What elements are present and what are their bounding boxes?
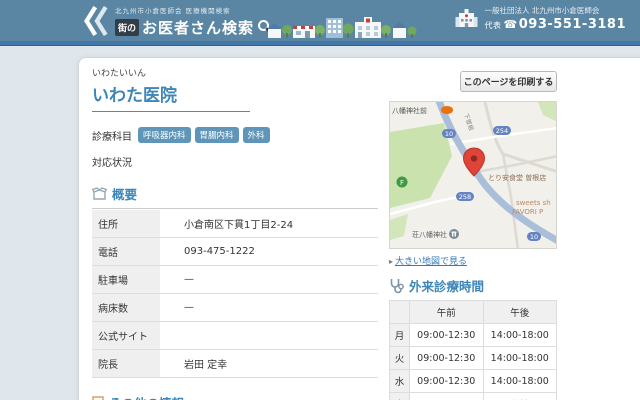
table-row: 火09:00-12:3014:00-18:00 bbox=[390, 347, 557, 370]
table-row: 木09:00-12:30休診 bbox=[390, 393, 557, 400]
status-label: 対応状況 bbox=[92, 154, 378, 169]
print-page-button[interactable]: このページを印刷する bbox=[460, 71, 557, 92]
table-row: 水09:00-12:3014:00-18:00 bbox=[390, 370, 557, 393]
box-icon bbox=[92, 187, 107, 201]
clinic-furigana: いわたいいん bbox=[92, 66, 378, 79]
logo-subtitle: 北九州市小倉医師会 医療機関検索 bbox=[115, 5, 273, 15]
page-title: いわた医院 bbox=[92, 81, 378, 106]
map-poi-circle: F bbox=[397, 177, 408, 188]
hospital-icon bbox=[455, 8, 478, 29]
route-shield: 10 bbox=[442, 129, 456, 138]
right-column: 八幡神社前 10 254 258 10 bbox=[389, 101, 557, 400]
clipboard-icon bbox=[92, 396, 104, 400]
stethoscope-icon bbox=[389, 278, 404, 294]
route-shield: 10 bbox=[527, 232, 541, 241]
table-row: 月09:00-12:3014:00-18:00 bbox=[390, 324, 557, 347]
logo-mark-icon bbox=[84, 3, 110, 39]
svg-text:258: 258 bbox=[459, 193, 471, 201]
table-row: 住所小倉南区下貫1丁目2-24 bbox=[92, 210, 378, 238]
rep-label: 代表 bbox=[485, 21, 502, 30]
logo-badge: 街の bbox=[115, 19, 139, 36]
link-marker: ▸ bbox=[389, 257, 393, 266]
left-column: いわたいいん いわた医院 診療科目 呼吸器内科 胃腸内科 外科 対応状況 概要 bbox=[92, 64, 378, 400]
department-badge: 胃腸内科 bbox=[195, 127, 239, 143]
svg-text:10: 10 bbox=[445, 130, 453, 138]
larger-map-link[interactable]: ▸大きい地図で見る bbox=[389, 254, 557, 267]
svg-text:10: 10 bbox=[530, 233, 538, 241]
svg-text:F: F bbox=[400, 179, 404, 187]
hours-col-am: 午前 bbox=[410, 301, 484, 324]
other-info-heading: その他の情報 bbox=[92, 393, 378, 400]
route-shield: 258 bbox=[456, 192, 474, 201]
svg-text:254: 254 bbox=[496, 127, 508, 135]
map-restaurant-label: とり安食堂 曽根店 bbox=[488, 173, 546, 182]
overview-table: 住所小倉南区下貫1丁目2-24 電話093-475-1222 駐車場— 病床数—… bbox=[92, 210, 378, 378]
phone-number: 093-551-3181 bbox=[519, 17, 626, 32]
overview-heading: 概要 bbox=[92, 184, 378, 209]
page: 北九州市小倉医師会 医療機関検索 街の お医者さん検索 bbox=[0, 0, 640, 400]
hours-table: 午前 午後 月09:00-12:3014:00-18:00 火09:00-12:… bbox=[389, 300, 557, 400]
content-card: このページを印刷する いわたいいん いわた医院 診療科目 呼吸器内科 胃腸内科 … bbox=[78, 57, 640, 400]
title-underline bbox=[92, 111, 250, 112]
departments-label: 診療科目 bbox=[92, 128, 132, 143]
route-shield: 254 bbox=[493, 126, 511, 135]
hours-col-pm: 午後 bbox=[483, 301, 557, 324]
header-band bbox=[0, 41, 640, 46]
phone-icon: ☎ bbox=[504, 18, 518, 31]
org-name: 一般社団法人 北九州市小倉医師会 bbox=[485, 5, 626, 16]
table-row: 駐車場— bbox=[92, 266, 378, 294]
map-bus-stop-label: 八幡神社前 bbox=[392, 106, 427, 115]
site-logo[interactable]: 北九州市小倉医師会 医療機関検索 街の お医者さん検索 bbox=[84, 3, 273, 39]
departments-row: 診療科目 呼吸器内科 胃腸内科 外科 bbox=[92, 127, 378, 143]
site-header: 北九州市小倉医師会 医療機関検索 街の お医者さん検索 bbox=[0, 0, 640, 46]
hours-section: 外来診療時間 午前 午後 月09:00-12:3014:00-18:00 火09… bbox=[389, 276, 557, 400]
logo-title: お医者さん検索 bbox=[142, 17, 254, 38]
table-row: 公式サイト bbox=[92, 322, 378, 350]
table-row: 院長岩田 定幸 bbox=[92, 350, 378, 378]
table-row: 電話093-475-1222 bbox=[92, 238, 378, 266]
department-badge: 呼吸器内科 bbox=[138, 127, 191, 143]
cityscape-illustration bbox=[268, 14, 463, 42]
map-sweets-label: FAVORI P bbox=[512, 208, 543, 216]
closed-badge: 休診 bbox=[483, 393, 557, 400]
org-phone: 代表☎093-551-3181 bbox=[485, 17, 626, 32]
map-sweets-label: sweets sh bbox=[516, 199, 551, 207]
table-row: 病床数— bbox=[92, 294, 378, 322]
map[interactable]: 八幡神社前 10 254 258 10 bbox=[389, 101, 557, 249]
hours-heading: 外来診療時間 bbox=[389, 276, 557, 298]
department-badge: 外科 bbox=[243, 127, 270, 143]
header-contact: 一般社団法人 北九州市小倉医師会 代表☎093-551-3181 bbox=[455, 5, 626, 32]
map-shrine-label: 荘八幡神社 bbox=[412, 230, 447, 239]
